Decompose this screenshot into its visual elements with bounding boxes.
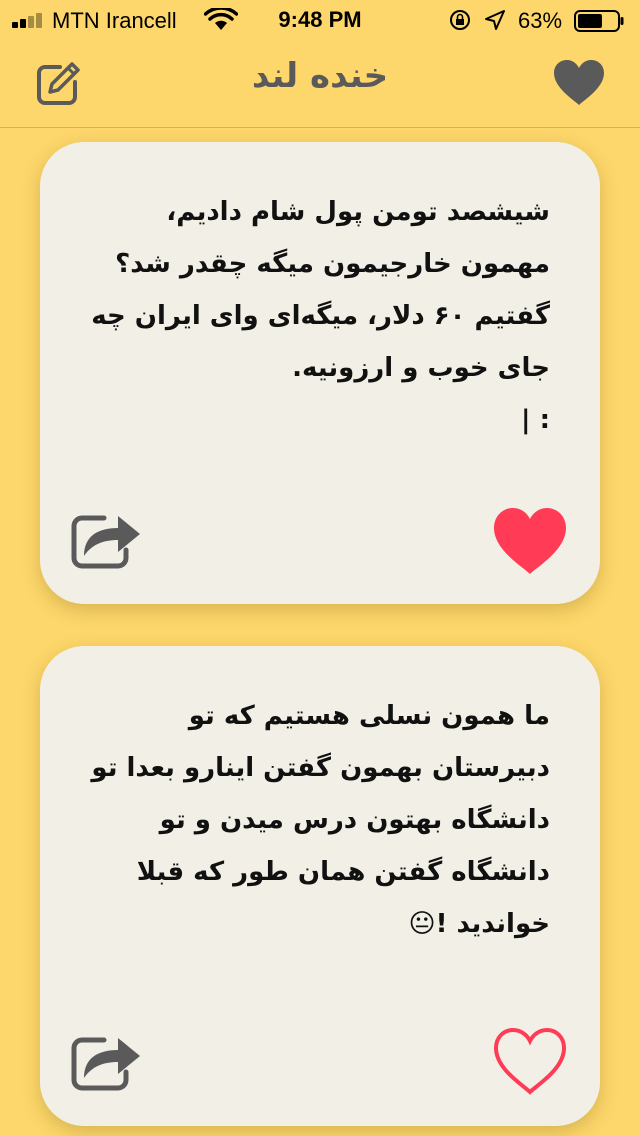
location-icon xyxy=(485,10,505,30)
status-bar: MTN Irancell 9:48 PM 63% xyxy=(0,0,640,40)
heart-outline-icon[interactable] xyxy=(492,1026,568,1096)
share-icon[interactable] xyxy=(70,1028,142,1092)
joke-card: ما همون نسلی هستیم که تو دبیرستان بهمون … xyxy=(40,646,600,1126)
battery-icon xyxy=(574,10,624,32)
joke-text: شیشصد تومن پول شام دادیم، مهمون خارجیمون… xyxy=(91,197,550,435)
share-icon[interactable] xyxy=(70,506,142,570)
app-title: خنده لند xyxy=(251,56,389,96)
joke-text: ما همون نسلی هستیم که تو دبیرستان بهمون … xyxy=(91,701,550,939)
heart-filled-icon[interactable] xyxy=(492,506,568,576)
favorites-heart-icon[interactable] xyxy=(552,58,606,108)
nav-bar: خنده لند xyxy=(0,40,640,128)
battery-percentage: 63% xyxy=(518,8,563,33)
rotation-lock-icon xyxy=(450,10,470,30)
joke-card: شیشصد تومن پول شام دادیم، مهمون خارجیمون… xyxy=(40,142,600,604)
